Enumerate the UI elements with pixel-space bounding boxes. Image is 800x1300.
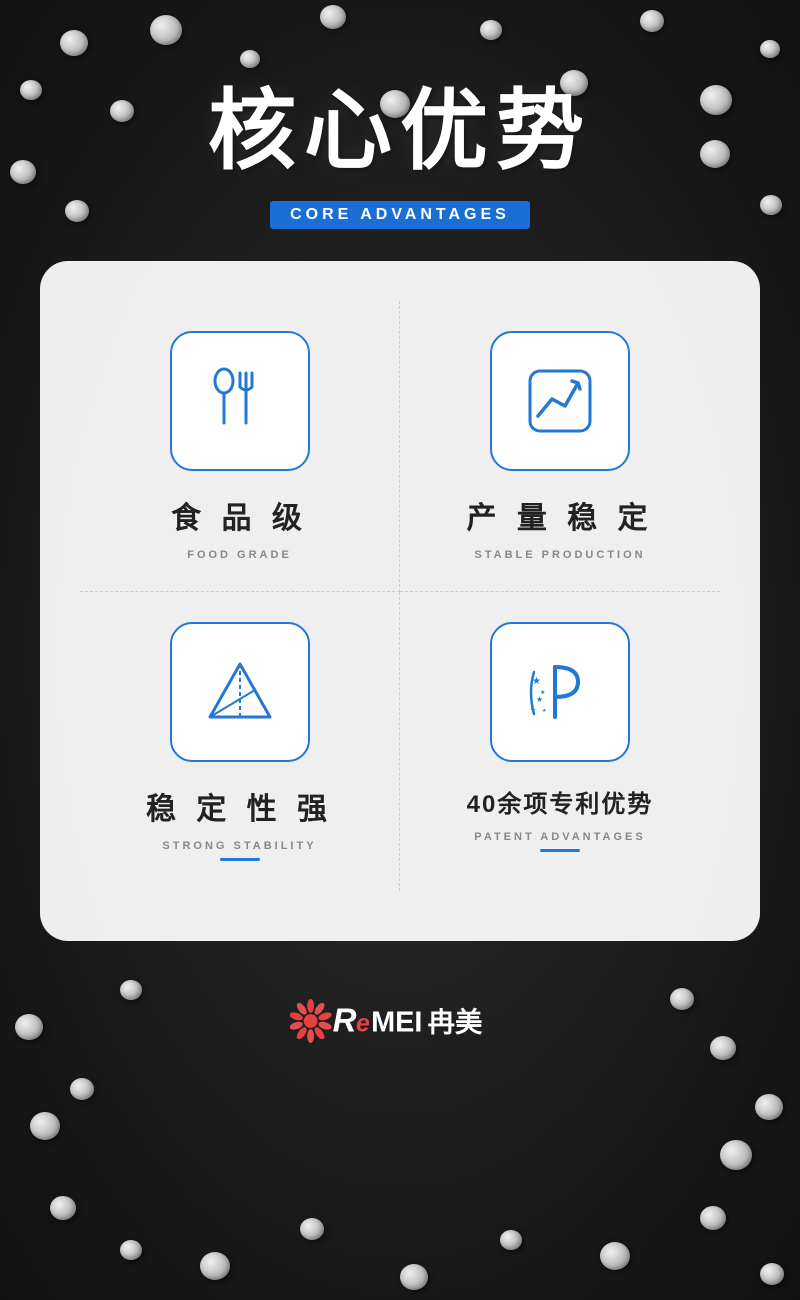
strong-stability-title-zh: 稳 定 性 强 [146, 784, 333, 828]
patent-title-zh: 40余项专利优势 [467, 784, 654, 819]
food-grade-icon-box [170, 331, 310, 471]
utensils-icon [200, 361, 280, 441]
pyramid-icon [200, 652, 280, 732]
main-title: 核心优势 [208, 60, 592, 187]
advantage-food-grade: 食 品 级 FOOD GRADE [80, 301, 400, 592]
patent-icon-box: ★ ★ ★ ★ ★ [490, 622, 630, 762]
svg-text:★: ★ [542, 708, 547, 714]
strong-stability-underline [220, 858, 260, 861]
svg-text:★: ★ [540, 689, 545, 696]
title-section: 核心优势 CORE ADVANTAGES [208, 60, 592, 229]
food-grade-title-zh: 食 品 级 [171, 493, 308, 537]
stable-production-title-en: STABLE PRODUCTION [474, 549, 645, 561]
advantage-patent: ★ ★ ★ ★ ★ 40余项专利优势 PATENT ADVANTAGES [400, 592, 720, 891]
svg-text:e: e [356, 1010, 370, 1037]
subtitle-badge: CORE ADVANTAGES [270, 201, 530, 229]
svg-text:★: ★ [536, 695, 543, 704]
logo-section: R e MEI 冉美 [290, 981, 510, 1061]
strong-stability-icon-box [170, 622, 310, 762]
patent-icon: ★ ★ ★ ★ ★ [520, 652, 600, 732]
brand-logo: R e MEI 冉美 [290, 981, 510, 1061]
patent-title-en: PATENT ADVANTAGES [474, 831, 645, 843]
advantage-strong-stability: 稳 定 性 强 STRONG STABILITY [80, 592, 400, 891]
strong-stability-title-en: STRONG STABILITY [162, 840, 316, 852]
svg-text:MEI: MEI [371, 1006, 422, 1038]
advantages-card: 食 品 级 FOOD GRADE 产 量 稳 定 STABLE PRODUCTI… [40, 261, 760, 941]
stable-production-icon-box [490, 331, 630, 471]
main-content: 核心优势 CORE ADVANTAGES 食 品 级 FOOD [0, 0, 800, 1300]
svg-text:冉美: 冉美 [428, 1006, 483, 1037]
svg-text:R: R [333, 1001, 357, 1038]
advantage-stable-production: 产 量 稳 定 STABLE PRODUCTION [400, 301, 720, 592]
chart-icon [520, 361, 600, 441]
patent-underline [540, 849, 580, 852]
stable-production-title-zh: 产 量 稳 定 [466, 493, 653, 537]
food-grade-title-en: FOOD GRADE [187, 549, 292, 561]
